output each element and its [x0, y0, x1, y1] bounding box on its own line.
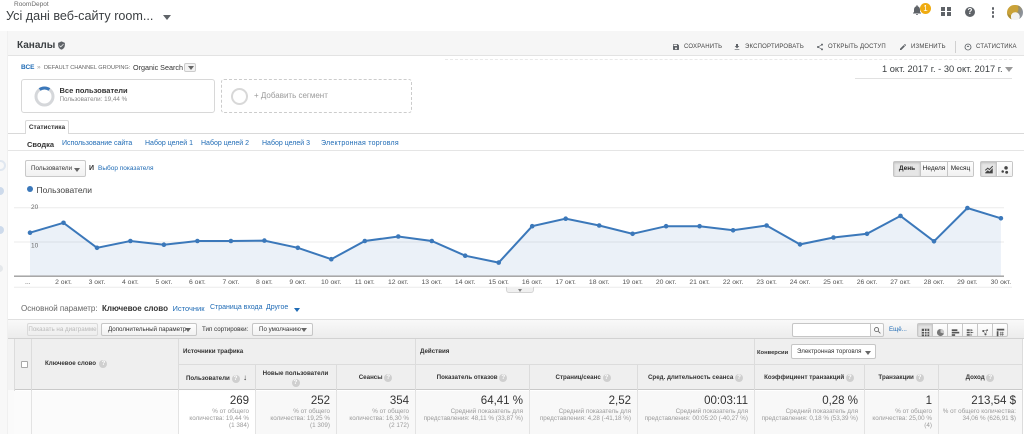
svg-text:20: 20 [31, 204, 39, 211]
svg-text:25 окт.: 25 окт. [823, 279, 844, 286]
svg-text:8 окт.: 8 окт. [256, 279, 273, 286]
svg-text:22 окт.: 22 окт. [723, 279, 744, 286]
svg-text:29 окт.: 29 окт. [957, 279, 978, 286]
svg-text:15 окт.: 15 окт. [488, 279, 509, 286]
svg-text:23 окт.: 23 окт. [756, 279, 777, 286]
svg-text:30 окт.: 30 окт. [991, 279, 1012, 286]
svg-text:4 окт.: 4 окт. [122, 279, 139, 286]
svg-text:5 окт.: 5 окт. [156, 279, 173, 286]
svg-text:27 окт.: 27 окт. [890, 279, 911, 286]
svg-text:13 окт.: 13 окт. [422, 279, 443, 286]
svg-text:24 окт.: 24 окт. [790, 279, 811, 286]
svg-text:11 окт.: 11 окт. [355, 279, 375, 286]
svg-text:18 окт.: 18 окт. [589, 279, 610, 286]
svg-text:12 окт.: 12 окт. [388, 279, 409, 286]
svg-text:26 окт.: 26 окт. [857, 279, 878, 286]
svg-text:2 окт.: 2 окт. [55, 279, 72, 286]
svg-text:6 окт.: 6 окт. [189, 279, 206, 286]
svg-text:...: ... [25, 279, 31, 286]
svg-text:9 окт.: 9 окт. [289, 279, 306, 286]
svg-text:16 окт.: 16 окт. [522, 279, 543, 286]
svg-text:21 окт.: 21 окт. [689, 279, 710, 286]
svg-text:19 окт.: 19 окт. [622, 279, 643, 286]
svg-text:17 окт.: 17 окт. [555, 279, 576, 286]
svg-text:14 окт.: 14 окт. [455, 279, 476, 286]
svg-text:28 окт.: 28 окт. [924, 279, 945, 286]
svg-text:10 окт.: 10 окт. [321, 279, 342, 286]
svg-text:10: 10 [31, 243, 39, 250]
svg-text:3 окт.: 3 окт. [89, 279, 106, 286]
svg-text:7 окт.: 7 окт. [223, 279, 240, 286]
svg-text:20 окт.: 20 окт. [656, 279, 677, 286]
